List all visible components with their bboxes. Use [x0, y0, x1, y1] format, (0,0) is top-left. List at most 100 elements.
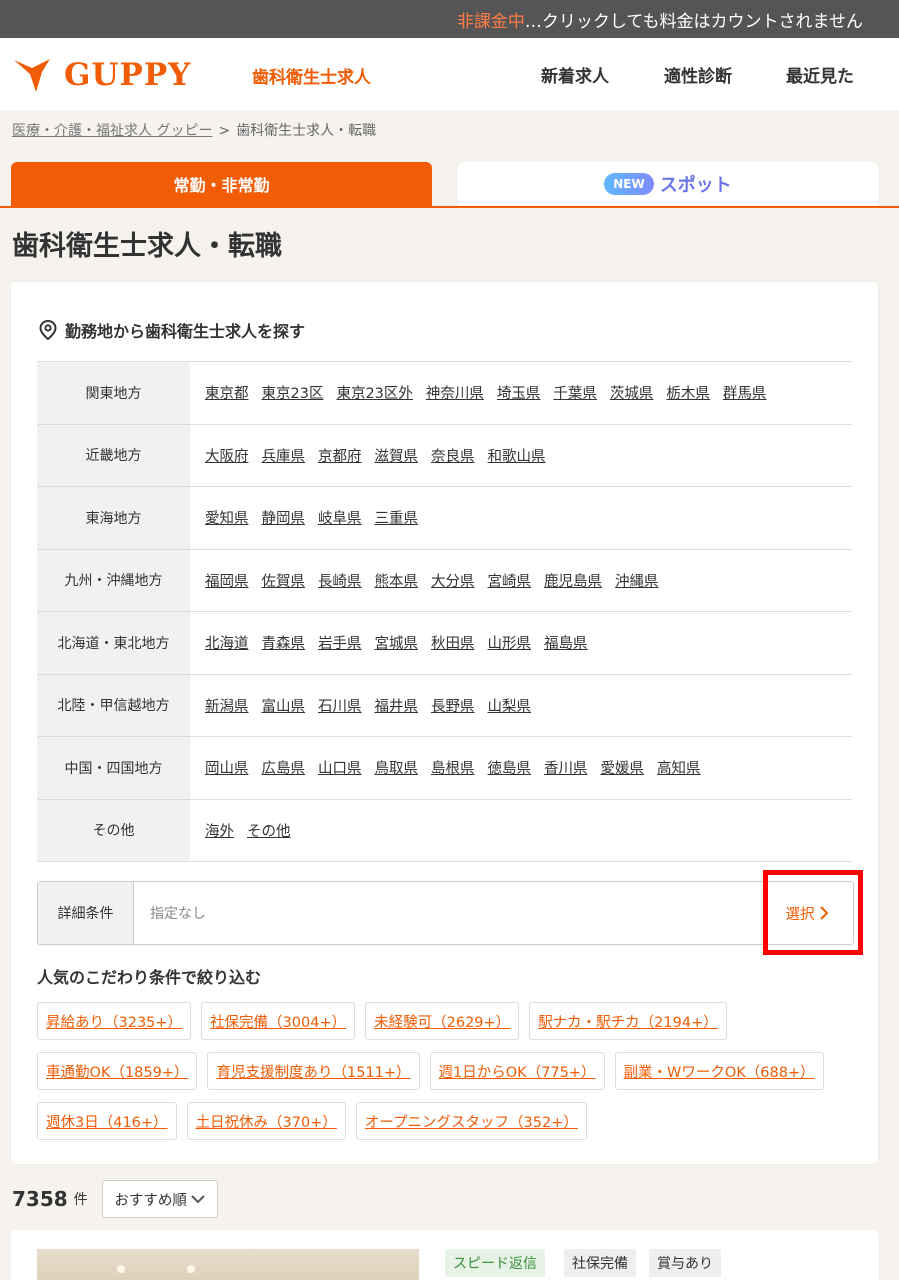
detail-conditions[interactable]: 詳細条件 指定なし 選択	[37, 881, 854, 945]
condition-chip[interactable]: 未経験可（2629+）	[365, 1002, 520, 1040]
region-prefecture-list: 大阪府 兵庫県 京都府 滋賀県 奈良県 和歌山県	[190, 425, 852, 487]
condition-chip[interactable]: 土日祝休み（370+）	[186, 1102, 346, 1140]
location-search-title: 勤務地から歯科衛生士求人を探す	[65, 322, 306, 341]
prefecture-link[interactable]: 群馬県	[723, 382, 767, 403]
prefecture-link[interactable]: 大阪府	[205, 445, 249, 466]
prefecture-link[interactable]: 東京23区	[262, 382, 324, 403]
condition-chip[interactable]: 駅ナカ・駅チカ（2194+）	[529, 1002, 727, 1040]
prefecture-link[interactable]: 香川県	[544, 757, 588, 778]
prefecture-link[interactable]: 宮城県	[375, 632, 419, 653]
nav-aptitude[interactable]: 適性診断	[664, 62, 732, 87]
guppy-logo[interactable]: GUPPY	[12, 56, 191, 94]
condition-chip[interactable]: 車通勤OK（1859+）	[37, 1052, 198, 1090]
detail-conditions-label: 詳細条件	[38, 882, 134, 944]
popular-conditions-heading: 人気のこだわり条件で絞り込む	[37, 968, 262, 987]
sort-select[interactable]: おすすめ順	[101, 1180, 218, 1218]
prefecture-link[interactable]: 栃木県	[666, 382, 710, 403]
prefecture-link[interactable]: 和歌山県	[488, 445, 546, 466]
job-card[interactable]: スピード返信 社保完備 賞与あり	[11, 1230, 878, 1280]
prefecture-link[interactable]: 奈良県	[431, 445, 475, 466]
prefecture-link[interactable]: 海外	[205, 820, 234, 841]
region-prefecture-list: 岡山県 広島県 山口県 鳥取県 島根県 徳島県 香川県 愛媛県 高知県	[190, 737, 852, 799]
breadcrumb-home-link[interactable]: 医療・介護・福祉求人 グッピー	[12, 123, 212, 139]
prefecture-link[interactable]: 青森県	[262, 632, 306, 653]
prefecture-link[interactable]: 兵庫県	[262, 445, 306, 466]
logo-wordmark: GUPPY	[64, 57, 192, 93]
prefecture-link[interactable]: 埼玉県	[497, 382, 541, 403]
prefecture-link[interactable]: 広島県	[262, 757, 306, 778]
prefecture-link[interactable]: 山形県	[488, 632, 532, 653]
prefecture-link[interactable]: 新潟県	[205, 695, 249, 716]
region-row: 近畿地方 大阪府 兵庫県 京都府 滋賀県 奈良県 和歌山県	[37, 424, 852, 487]
prefecture-link[interactable]: 秋田県	[431, 632, 475, 653]
region-name: 北陸・甲信越地方	[37, 674, 190, 736]
prefecture-link[interactable]: 熊本県	[375, 570, 419, 591]
header-category-link[interactable]: 歯科衛生士求人	[252, 63, 371, 88]
page-title: 歯科衛生士求人・転職	[12, 231, 282, 262]
prefecture-link[interactable]: 宮崎県	[488, 570, 532, 591]
prefecture-link[interactable]: 大分県	[431, 570, 475, 591]
prefecture-link[interactable]: その他	[247, 820, 291, 841]
popular-conditions-chips: 昇給あり（3235+） 社保完備（3004+） 未経験可（2629+） 駅ナカ・駅チカ…	[37, 1002, 852, 1140]
condition-chip[interactable]: 昇給あり（3235+）	[37, 1002, 192, 1040]
region-row: その他 海外 その他	[37, 799, 852, 862]
prefecture-link[interactable]: 愛知県	[205, 507, 249, 528]
prefecture-link[interactable]: 鳥取県	[375, 757, 419, 778]
prefecture-link[interactable]: 千葉県	[553, 382, 597, 403]
condition-chip[interactable]: 週1日からOK（775+）	[429, 1052, 605, 1090]
ceiling-light	[187, 1265, 195, 1273]
prefecture-link[interactable]: 岩手県	[318, 632, 362, 653]
location-pin-icon	[39, 320, 57, 340]
prefecture-link[interactable]: 高知県	[657, 757, 701, 778]
prefecture-link[interactable]: 静岡県	[262, 507, 306, 528]
condition-chip[interactable]: 週休3日（416+）	[37, 1102, 177, 1140]
region-name: その他	[37, 799, 190, 861]
prefecture-link[interactable]: 鹿児島県	[544, 570, 602, 591]
condition-chip[interactable]: 副業・WワークOK（688+）	[614, 1052, 824, 1090]
prefecture-link[interactable]: 長崎県	[318, 570, 362, 591]
prefecture-link[interactable]: 徳島県	[488, 757, 532, 778]
prefecture-link[interactable]: 福井県	[375, 695, 419, 716]
detail-conditions-value: 指定なし	[150, 906, 206, 922]
employment-tabs: 常勤・非常勤 NEW スポット	[0, 162, 899, 208]
region-name: 近畿地方	[37, 424, 190, 486]
site-header: GUPPY 歯科衛生士求人 新着求人 適性診断 最近見た	[0, 38, 899, 110]
condition-chip[interactable]: 社保完備（3004+）	[201, 1002, 356, 1040]
highlight-box	[763, 870, 863, 955]
result-count: 7358	[12, 1187, 68, 1211]
prefecture-link[interactable]: 福島県	[544, 632, 588, 653]
nav-new-jobs[interactable]: 新着求人	[541, 62, 609, 87]
prefecture-link[interactable]: 島根県	[431, 757, 475, 778]
prefecture-link[interactable]: 福岡県	[205, 570, 249, 591]
prefecture-link[interactable]: 東京都	[205, 382, 249, 403]
prefecture-link[interactable]: 佐賀県	[262, 570, 306, 591]
prefecture-link[interactable]: 愛媛県	[601, 757, 645, 778]
prefecture-link[interactable]: 北海道	[205, 632, 249, 653]
prefecture-link[interactable]: 岐阜県	[318, 507, 362, 528]
prefecture-link[interactable]: 滋賀県	[375, 445, 419, 466]
prefecture-link[interactable]: 京都府	[318, 445, 362, 466]
prefecture-link[interactable]: 沖縄県	[615, 570, 659, 591]
condition-chip[interactable]: オープニングスタッフ（352+）	[355, 1102, 587, 1140]
nav-recently-viewed[interactable]: 最近見た	[786, 62, 854, 87]
region-name: 中国・四国地方	[37, 737, 190, 799]
prefecture-link[interactable]: 神奈川県	[426, 382, 484, 403]
prefecture-link[interactable]: 山口県	[318, 757, 362, 778]
prefecture-link[interactable]: 石川県	[318, 695, 362, 716]
prefecture-link[interactable]: 三重県	[375, 507, 419, 528]
tab-fulltime-parttime[interactable]: 常勤・非常勤	[11, 162, 432, 206]
region-row: 九州・沖縄地方 福岡県 佐賀県 長崎県 熊本県 大分県 宮崎県 鹿児島県 沖縄県	[37, 549, 852, 612]
notice-text: …クリックしても料金はカウントされません	[524, 11, 863, 32]
tab-spot[interactable]: NEW スポット	[458, 162, 878, 206]
prefecture-link[interactable]: 岡山県	[205, 757, 249, 778]
prefecture-link[interactable]: 山梨県	[488, 695, 532, 716]
tab-spot-label: スポット	[659, 175, 732, 196]
condition-chip[interactable]: 育児支援制度あり（1511+）	[207, 1052, 420, 1090]
sort-select-label: おすすめ順	[114, 1192, 187, 1209]
prefecture-link[interactable]: 東京23区外	[336, 382, 412, 403]
prefecture-link[interactable]: 茨城県	[610, 382, 654, 403]
prefecture-link[interactable]: 富山県	[262, 695, 306, 716]
notice-warning: 非課金中	[456, 11, 525, 32]
guppy-fish-icon	[14, 59, 50, 92]
prefecture-link[interactable]: 長野県	[431, 695, 475, 716]
